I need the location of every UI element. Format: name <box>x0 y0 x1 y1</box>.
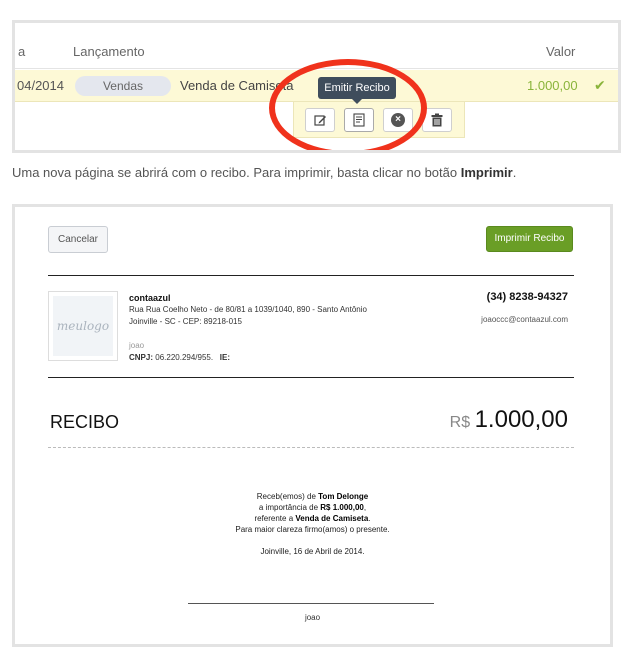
receipt-screenshot: Cancelar Imprimir Recibo meulogo contaaz… <box>12 204 613 647</box>
check-icon: ✔ <box>594 77 606 93</box>
dashed-divider <box>48 447 574 448</box>
company-name: contaazul <box>129 293 171 303</box>
company-city: Joinville - SC - CEP: 89218-015 <box>129 317 242 326</box>
company-user: joao <box>129 341 145 350</box>
cnpj-value: 06.220.294/955. <box>155 353 214 362</box>
body-text: , <box>363 503 367 512</box>
company-address: Rua Rua Coelho Neto - de 80/81 a 1039/10… <box>129 305 367 314</box>
company-logo: meulogo <box>48 291 118 361</box>
instruction-main: Uma nova página se abrirá com o recibo. … <box>12 165 461 180</box>
highlight-circle <box>269 59 427 150</box>
divider <box>48 275 574 276</box>
receipt-body: Receb(emos) de Tom Delonge a importância… <box>15 491 610 535</box>
column-value-header: Valor <box>546 44 576 59</box>
trash-icon <box>431 113 443 127</box>
column-date-header: a <box>18 44 26 59</box>
body-text: . <box>368 514 371 523</box>
row-value: 1.000,00 <box>527 78 578 93</box>
receipt-title: RECIBO <box>50 412 120 432</box>
body-line-4: Para maior clareza firmo(amos) o present… <box>235 525 390 534</box>
instruction-bold: Imprimir <box>460 165 513 180</box>
cnpj-label: CNPJ: <box>129 353 154 362</box>
body-line-3: referente a Venda de Camiseta. <box>15 513 610 524</box>
row-date: 04/2014 <box>17 78 64 93</box>
company-email: joaoccc@contaazul.com <box>481 315 568 324</box>
ie-label: IE: <box>219 353 230 362</box>
column-launch-header: Lançamento <box>73 44 145 59</box>
company-phone: (34) 8238-94327 <box>486 291 568 303</box>
launch-list-screenshot: a Lançamento Valor 04/2014 Vendas Venda … <box>12 20 621 153</box>
print-receipt-button[interactable]: Imprimir Recibo <box>486 226 573 252</box>
receipt-date: Joinville, 16 de Abril de 2014. <box>260 547 365 556</box>
reference-text: Venda de Camiseta <box>295 514 369 523</box>
body-line-2: a importância de R$ 1.000,00, <box>15 502 610 513</box>
body-line-1: Receb(emos) de Tom Delonge <box>15 491 610 502</box>
logo-placeholder: meulogo <box>53 296 113 356</box>
company-registration: CNPJ: 06.220.294/955. IE: <box>129 352 367 364</box>
body-text: Receb(emos) de <box>256 492 319 501</box>
divider <box>48 377 574 378</box>
payer-name: Tom Delonge <box>318 492 369 501</box>
body-text: a importância de <box>258 503 321 512</box>
category-badge: Vendas <box>75 76 171 96</box>
amount-text: R$ 1.000,00 <box>320 503 364 512</box>
company-info: contaazul Rua Rua Coelho Neto - de 80/81… <box>129 292 367 364</box>
currency-symbol: R$ <box>449 414 471 431</box>
amount-value: 1.000,00 <box>474 406 568 433</box>
signature-name: joao <box>304 613 321 622</box>
signature-line <box>188 603 434 604</box>
receipt-amount: R$ 1.000,00 <box>450 406 568 434</box>
body-text: referente a <box>254 514 296 523</box>
cancel-button[interactable]: Cancelar <box>48 226 108 253</box>
instruction-text: Uma nova página se abrirá com o recibo. … <box>12 165 516 180</box>
instruction-end: . <box>512 165 517 180</box>
